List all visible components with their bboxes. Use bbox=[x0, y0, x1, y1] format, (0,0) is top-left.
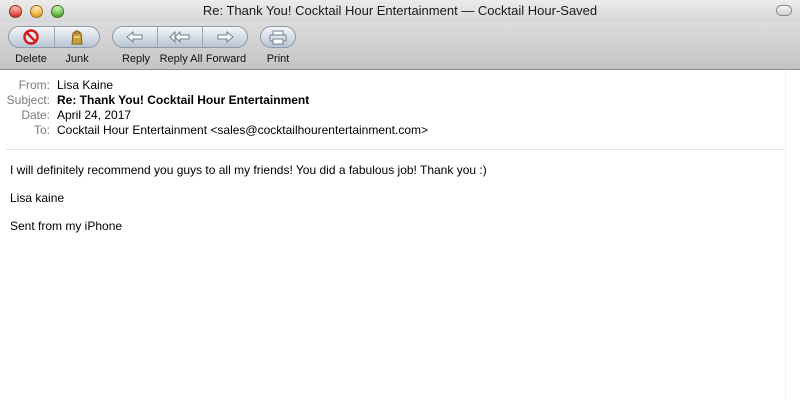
printer-icon bbox=[269, 30, 287, 44]
from-label: From: bbox=[18, 78, 50, 92]
message-footer: Sent from my iPhone bbox=[10, 219, 123, 233]
from-value[interactable]: Lisa Kaine bbox=[57, 78, 113, 93]
forward-arrow-icon bbox=[217, 31, 234, 43]
message-signature: Lisa kaine bbox=[10, 191, 65, 205]
date-label: Date: bbox=[21, 108, 50, 122]
message-headers: From: Lisa Kaine Subject: Re: Thank You!… bbox=[0, 78, 800, 138]
message-body: I will definitely recommend you guys to … bbox=[10, 163, 780, 247]
window-title: Re: Thank You! Cocktail Hour Entertainme… bbox=[202, 3, 598, 18]
junk-button[interactable] bbox=[55, 27, 100, 47]
header-divider bbox=[6, 149, 784, 150]
close-light-icon[interactable] bbox=[9, 4, 22, 18]
junk-bag-icon bbox=[71, 29, 83, 44]
reply-all-arrow-icon bbox=[169, 31, 190, 43]
delete-button[interactable] bbox=[9, 27, 55, 47]
scrollbar-track[interactable] bbox=[785, 71, 800, 400]
reply-arrow-icon bbox=[126, 31, 143, 43]
title-bar[interactable]: Re: Thank You! Cocktail Hour Entertainme… bbox=[0, 0, 800, 22]
minimize-light-icon[interactable] bbox=[30, 4, 43, 18]
subject-row: Subject: Re: Thank You! Cocktail Hour En… bbox=[0, 93, 800, 108]
date-row: Date: April 24, 2017 bbox=[0, 108, 800, 123]
reply-forward-group bbox=[112, 26, 248, 48]
message-line: I will definitely recommend you guys to … bbox=[10, 163, 487, 177]
subject-value: Re: Thank You! Cocktail Hour Entertainme… bbox=[57, 93, 310, 107]
to-row: To: Cocktail Hour Entertainment <sales@c… bbox=[0, 123, 800, 138]
reply-all-button[interactable] bbox=[158, 27, 203, 47]
delete-junk-group bbox=[8, 26, 100, 48]
from-row: From: Lisa Kaine bbox=[0, 78, 800, 93]
date-value: April 24, 2017 bbox=[57, 108, 132, 122]
zoom-light-icon[interactable] bbox=[51, 4, 64, 18]
no-entry-icon bbox=[23, 29, 39, 45]
to-value[interactable]: Cocktail Hour Entertainment <sales@cockt… bbox=[57, 123, 428, 138]
print-button[interactable] bbox=[261, 27, 295, 47]
forward-button[interactable] bbox=[203, 27, 247, 47]
reply-button[interactable] bbox=[113, 27, 158, 47]
toolbar: Delete Junk Reply Reply All Forward Prin… bbox=[0, 22, 800, 70]
to-label: To: bbox=[33, 123, 50, 137]
subject-label: Subject: bbox=[6, 93, 50, 107]
mail-window: Re: Thank You! Cocktail Hour Entertainme… bbox=[0, 0, 800, 400]
toolbar-toggle-button[interactable] bbox=[776, 5, 792, 16]
print-group bbox=[260, 26, 296, 48]
print-label: Print bbox=[266, 53, 290, 65]
window-controls bbox=[9, 4, 64, 18]
